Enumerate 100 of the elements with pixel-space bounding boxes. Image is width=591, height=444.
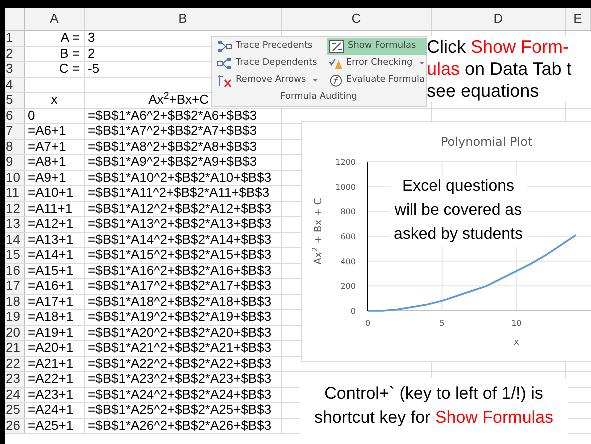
- group-label: Formula Auditing: [280, 90, 358, 104]
- cell-text: =$B$1*A17^2+$B$2*A17+$B$3: [88, 278, 272, 293]
- row-number[interactable]: 23: [5, 372, 25, 386]
- row-number[interactable]: 20: [5, 326, 25, 340]
- row-number[interactable]: 16: [5, 264, 25, 278]
- ribbon-button[interactable]: Evaluate Formula: [327, 72, 427, 89]
- row-number[interactable]: 18: [5, 294, 25, 309]
- cell-text: =$B$1*A14^2+$B$2*A14+$B$3: [88, 232, 272, 246]
- row-number[interactable]: 4: [5, 78, 25, 92]
- column-header[interactable]: A: [25, 8, 85, 30]
- cell-text: =$B$1*A12^2+$B$2*A12+$B$3: [88, 200, 272, 216]
- note-text: asked by students: [394, 225, 523, 245]
- cell-text: =A25+1: [28, 418, 74, 432]
- note-text: will be covered as: [394, 201, 523, 221]
- cell-text: =$B$1*A18^2+$B$2*A18+$B$3: [88, 294, 272, 308]
- cell-text: =A16+1: [28, 278, 74, 293]
- row-number[interactable]: 19: [5, 310, 25, 324]
- instruction-text: Click Show Form-: [427, 36, 570, 58]
- cell-text: x: [51, 92, 58, 107]
- row-number[interactable]: 12: [5, 202, 25, 216]
- y-tick-label: 400: [340, 257, 356, 266]
- ribbon-button[interactable]: Trace Precedents: [215, 38, 327, 55]
- cell-text: =$B$1*A6^2+$B$2*A6+$B$3: [88, 108, 258, 122]
- cell-text: =$B$1*A9^2+$B$2*A9+$B$3: [88, 154, 258, 169]
- shortcut-text: Control+` (key to left of 1/!) is: [324, 383, 544, 405]
- cell-text: -5: [88, 61, 100, 76]
- row-number[interactable]: 1: [5, 31, 25, 46]
- row-number[interactable]: 2: [5, 46, 25, 61]
- cell-text: =$B$1*A25^2+$B$2*A25+$B$3: [88, 402, 272, 417]
- cell-text: =$B$1*A8^2+$B$2*A8+$B$3: [88, 138, 258, 154]
- evaluate-icon: [329, 74, 344, 88]
- y-tick-label: 1200: [336, 158, 356, 167]
- cell-text: C =: [59, 61, 80, 76]
- row-number[interactable]: 22: [5, 356, 25, 371]
- cell-text: =A10+1: [28, 185, 74, 200]
- ribbon-button[interactable]: Trace Dependents: [215, 55, 327, 72]
- row-number[interactable]: 15: [5, 248, 25, 262]
- cell-text: =$B$1*A19^2+$B$2*A19+$B$3: [88, 309, 272, 324]
- instruction-text: ulas on Data Tab t: [427, 58, 573, 80]
- cell-text: =A8+1: [28, 154, 66, 169]
- cell-text: =A9+1: [28, 170, 66, 184]
- row-number[interactable]: 25: [5, 403, 25, 418]
- x-tick-label: 10: [512, 319, 522, 328]
- cell-text: =$B$1*A26^2+$B$2*A26+$B$3: [88, 418, 272, 432]
- cell-text: =A7+1: [28, 138, 66, 154]
- y-tick-label: 600: [340, 232, 356, 242]
- row-number[interactable]: 3: [5, 62, 25, 76]
- cell-text: B =: [60, 46, 80, 60]
- cell-text: =A24+1: [28, 402, 74, 417]
- cell-text: =A18+1: [28, 309, 74, 324]
- cell-text: =A20+1: [28, 340, 74, 355]
- column-header[interactable]: E: [566, 8, 591, 30]
- chart-title: Polynomial Plot: [441, 134, 533, 151]
- ribbon-button[interactable]: Show Formulas: [327, 38, 427, 55]
- row-number[interactable]: 7: [5, 124, 25, 138]
- trace-icon: [217, 56, 233, 70]
- column-header[interactable]: C: [282, 8, 432, 30]
- row-number[interactable]: 14: [5, 232, 25, 247]
- row-number[interactable]: 6: [5, 108, 25, 123]
- row-number[interactable]: 11: [5, 186, 25, 200]
- row-number[interactable]: 24: [5, 388, 25, 402]
- column-header[interactable]: D: [432, 8, 566, 30]
- cell-text: =A19+1: [28, 324, 74, 340]
- cell-text: 0: [28, 108, 36, 122]
- cell-text: A =: [60, 30, 80, 45]
- ribbon-button[interactable]: Error Checking: [327, 55, 427, 72]
- cell-text: 3: [88, 30, 96, 45]
- row-number[interactable]: 5: [5, 93, 25, 108]
- y-tick-label: 0: [350, 307, 356, 316]
- note-text: Excel questions: [401, 177, 516, 197]
- cell-text: =$B$1*A20^2+$B$2*A20+$B$3: [88, 324, 272, 340]
- cell-text: Ax$^{2}$+Bx+C: [148, 92, 209, 107]
- x-tick-label: 5: [440, 319, 445, 328]
- cell-text: =$B$1*A21^2+$B$2*A21+$B$3: [88, 340, 272, 355]
- cell-text: =$B$1*A11^2+$B$2*A11+$B$3: [88, 185, 270, 200]
- ribbon-button[interactable]: Remove Arrows: [215, 72, 327, 89]
- cell-text: =$B$1*A22^2+$B$2*A22+$B$3: [88, 356, 272, 370]
- cell-text: =A21+1: [28, 356, 74, 370]
- cell-text: =$B$1*A23^2+$B$2*A23+$B$3: [88, 371, 272, 386]
- row-number[interactable]: 9: [5, 155, 25, 170]
- cell-text: =$B$1*A24^2+$B$2*A24+$B$3: [88, 386, 272, 402]
- cell-text: =A17+1: [28, 294, 74, 308]
- row-number[interactable]: 26: [5, 418, 25, 433]
- row-number[interactable]: 10: [5, 170, 25, 185]
- formula-sheet-icon: [329, 40, 345, 54]
- cell-text: =A12+1: [28, 216, 74, 231]
- row-number[interactable]: 8: [5, 140, 25, 154]
- y-tick-label: 1000: [336, 182, 356, 192]
- column-header[interactable]: B: [85, 8, 282, 30]
- cell-text: =A15+1: [28, 262, 74, 278]
- row-number[interactable]: 21: [5, 341, 25, 356]
- row-number[interactable]: 13: [5, 217, 25, 232]
- cell-text: =A13+1: [28, 232, 74, 246]
- cell-text: 2: [88, 46, 96, 60]
- cell-text: =$B$1*A15^2+$B$2*A15+$B$3: [88, 247, 272, 262]
- row-number[interactable]: 17: [5, 279, 25, 294]
- x-tick-label: 0: [365, 319, 371, 328]
- cell-text: =A23+1: [28, 386, 74, 402]
- y-tick-label: 800: [340, 208, 356, 217]
- y-tick-label: 200: [340, 282, 356, 292]
